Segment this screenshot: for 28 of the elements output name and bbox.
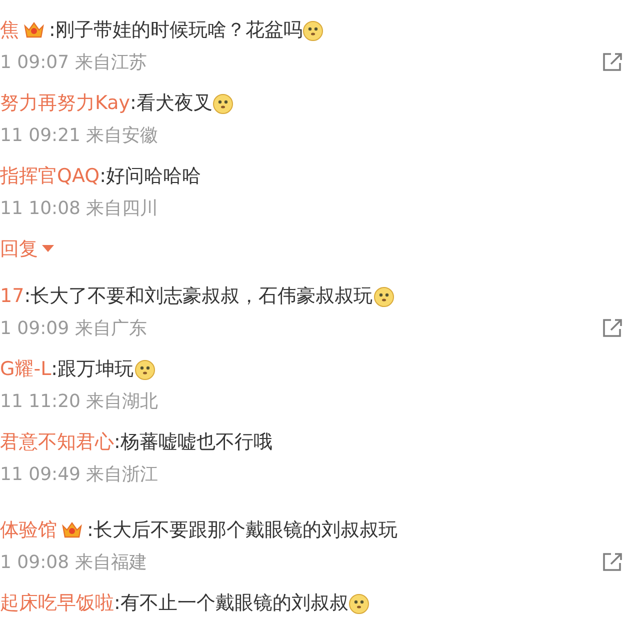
comment-text: :看犬夜叉 xyxy=(130,90,212,116)
user-name-link[interactable]: 君意不知君心 xyxy=(0,428,114,456)
share-icon[interactable] xyxy=(602,318,624,338)
more-replies-link[interactable]: 回复 xyxy=(0,234,54,264)
comment-text: :杨蕃嘘嘘也不行哦 xyxy=(114,430,272,455)
user-name-link[interactable]: G耀-L xyxy=(0,354,52,384)
comment-meta: 11 11:20 来自湖北 xyxy=(0,390,158,414)
comment-text: :跟万坤玩 xyxy=(51,356,134,382)
user-name-link[interactable]: 起床吃早饭啦 xyxy=(0,588,114,618)
user-name-link[interactable]: 体验馆 xyxy=(0,516,57,544)
comment-text: :长大了不要和刘志豪叔叔，石伟豪叔叔玩 xyxy=(24,284,373,309)
comment-meta: 1 09:09 来自广东 xyxy=(0,316,147,340)
caret-icon xyxy=(42,245,54,253)
user-name-link[interactable]: 指挥官QAQ xyxy=(0,162,100,190)
comment-meta: 1 09:07 来自江苏 xyxy=(0,50,147,74)
user-name-link[interactable]: 17 xyxy=(0,282,24,310)
share-icon[interactable] xyxy=(602,52,624,72)
comment-meta: 11 09:21 来自安徽 xyxy=(0,124,158,148)
comment-text: :刚子带娃的时候玩啥？花盆吗 xyxy=(49,18,302,43)
comment-meta: 11 09:49 来自浙江 xyxy=(0,462,158,486)
comment-meta: 11 10:08 来自四川 xyxy=(0,196,158,220)
user-name-link[interactable]: 焦 xyxy=(0,16,19,44)
comment-text: :长大后不要跟那个戴眼镜的刘叔叔玩 xyxy=(87,518,398,543)
comment-meta: 1 09:08 来自福建 xyxy=(0,550,147,574)
comment-text: :有不止一个戴眼镜的刘叔叔 xyxy=(114,590,348,616)
comment-text: :好问哈哈哈 xyxy=(100,164,201,189)
user-name-link[interactable]: 努力再努力Kay xyxy=(0,88,130,118)
share-icon[interactable] xyxy=(602,552,624,572)
